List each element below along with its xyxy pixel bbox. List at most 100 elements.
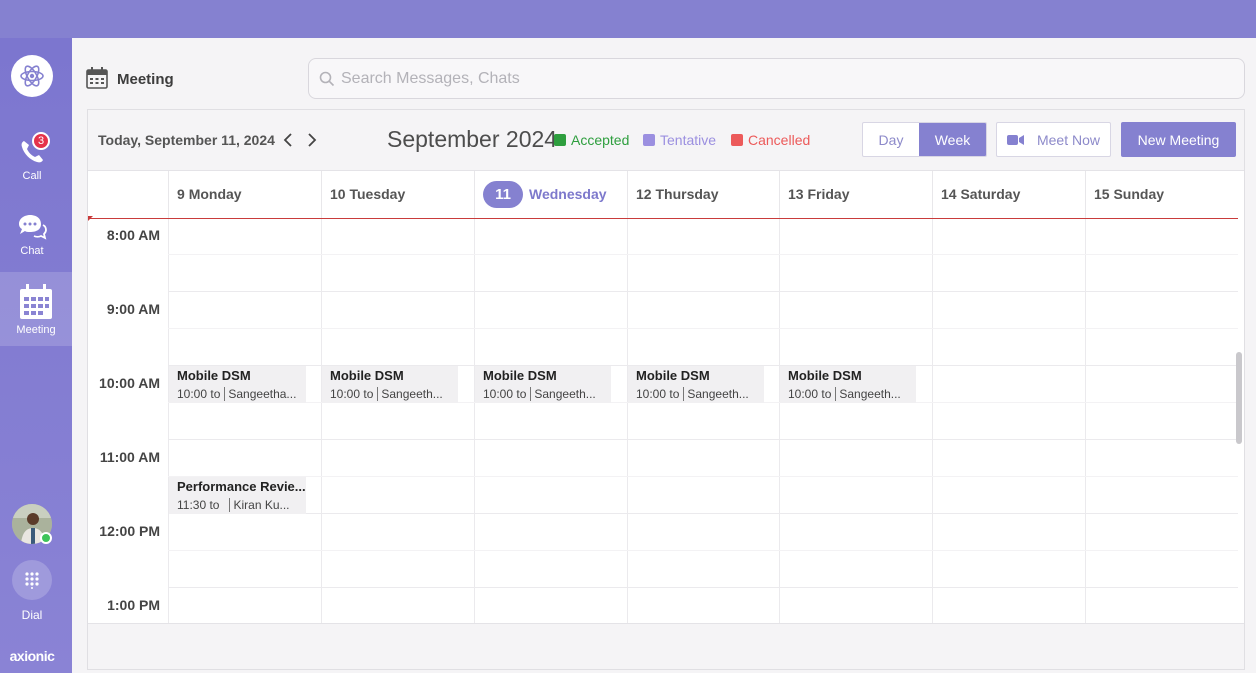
day-number: 10 [330,186,346,202]
event-card[interactable]: Mobile DSM 10:00 to Sangeeth... [780,366,916,403]
day-header[interactable]: 13 Friday [779,171,932,217]
grid-divider [168,587,1238,588]
day-name: Sunday [1113,186,1165,202]
event-host: Sangeeth... [377,387,443,401]
accepted-swatch [554,134,566,146]
search-input[interactable] [341,67,1221,91]
grid-divider [321,217,322,623]
time-label: 1:00 PM [107,597,160,613]
grid-divider [168,291,1238,292]
sidebar-item-chat[interactable]: Chat [0,197,64,271]
tentative-swatch [643,134,655,146]
meet-now-button[interactable]: Meet Now [996,122,1111,157]
next-week-button[interactable] [304,130,320,150]
day-header[interactable]: 12 Thursday [627,171,780,217]
day-header[interactable]: 10 Tuesday [321,171,474,217]
time-label: 10:00 AM [99,375,160,391]
grid-divider [627,217,628,623]
brand-logo: axionic [9,648,55,664]
sidebar-item-label: Meeting [16,323,56,336]
grid-divider [168,513,1238,514]
grid-divider [168,254,1238,255]
time-label: 11:00 AM [99,449,160,465]
grid-divider [168,328,1238,329]
event-card[interactable]: Mobile DSM 10:00 to Sangeetha... [169,366,306,403]
dialpad-button[interactable] [12,560,52,600]
video-camera-icon [1006,134,1024,145]
day-number: 12 [636,186,652,202]
grid-divider [932,217,933,623]
day-number: 13 [788,186,804,202]
legend-label: Tentative [660,132,717,148]
legend-label: Accepted [571,132,630,148]
grid-divider [1085,217,1086,623]
dial-label: Dial [21,608,43,622]
calendar-footer [88,623,1244,669]
day-header[interactable]: 14 Saturday [932,171,1085,217]
event-host: Sangeeth... [835,387,901,401]
legend-tentative: Tentative [643,132,716,148]
event-host: Sangeeth... [683,387,749,401]
time-label: 8:00 AM [106,227,160,243]
today-date: Today, September 11, 2024 [98,132,275,148]
search-box [308,58,1245,99]
event-card[interactable]: Mobile DSM 10:00 to Sangeeth... [322,366,458,403]
time-label: 12:00 PM [99,523,160,539]
day-name: Saturday [960,186,1021,202]
event-time: 10:00 to [788,387,832,401]
sidebar-item-meeting[interactable]: Meeting [0,272,72,346]
day-header-today[interactable]: 11 Wednesday [474,171,627,217]
top-bar [0,0,1256,38]
chat-icon [19,214,47,240]
view-week-button[interactable]: Week [919,123,986,156]
grid-divider [779,217,780,623]
day-name: Tuesday [349,186,406,202]
day-header[interactable]: 15 Sunday [1085,171,1238,217]
sidebar-item-call[interactable]: Call 3 [0,122,64,196]
calendar-icon [86,67,108,89]
view-day-button[interactable]: Day [863,123,919,156]
sidebar-item-label: Call [22,169,42,182]
day-number: 14 [941,186,957,202]
cancelled-swatch [731,134,743,146]
event-time: 10:00 to [483,387,527,401]
app-logo-icon[interactable] [11,55,53,97]
event-host: Sangeeth... [530,387,596,401]
event-card[interactable]: Performance Revie... 11:30 to Kiran Ku... [169,477,306,514]
grid-divider [168,439,1238,440]
view-switch: Day Week [862,122,987,157]
chevron-left-icon [283,133,292,147]
grid-divider [168,550,1238,551]
legend-accepted: Accepted [554,132,629,148]
calendar-toolbar: Today, September 11, 2024 September 2024… [88,110,1244,171]
chevron-right-icon [308,133,317,147]
current-time-marker [88,216,93,221]
time-label: 9:00 AM [106,301,160,317]
event-card[interactable]: Mobile DSM 10:00 to Sangeeth... [475,366,611,403]
day-name: Friday [807,186,850,202]
calendar-icon [20,283,52,319]
call-count-badge: 3 [32,132,50,150]
day-number: 11 [483,180,523,208]
grid-divider [168,217,169,623]
page-title: Meeting [117,71,174,88]
day-number: 9 [177,186,185,202]
sidebar-item-label: Chat [20,244,44,257]
day-number: 15 [1094,186,1110,202]
event-time: 11:30 to [177,498,220,512]
new-meeting-button[interactable]: New Meeting [1121,122,1236,157]
grid-divider [168,476,1238,477]
week-grid: 9 Monday 10 Tuesday 11 Wednesday 12 Thurs… [88,171,1238,623]
month-title: September 2024 [387,126,558,152]
scrollbar[interactable] [1236,352,1242,444]
prev-week-button[interactable] [280,130,296,150]
day-name: Thursday [655,186,719,202]
meet-now-label: Meet Now [1036,131,1101,148]
event-card[interactable]: Mobile DSM 10:00 to Sangeeth... [628,366,764,403]
event-time: 10:00 to [330,387,374,401]
event-title: Performance Revie... [177,479,306,494]
online-status-icon [40,532,52,544]
page-header: Meeting [72,38,1256,110]
day-header[interactable]: 9 Monday [168,171,321,217]
dialpad-icon [25,572,39,589]
